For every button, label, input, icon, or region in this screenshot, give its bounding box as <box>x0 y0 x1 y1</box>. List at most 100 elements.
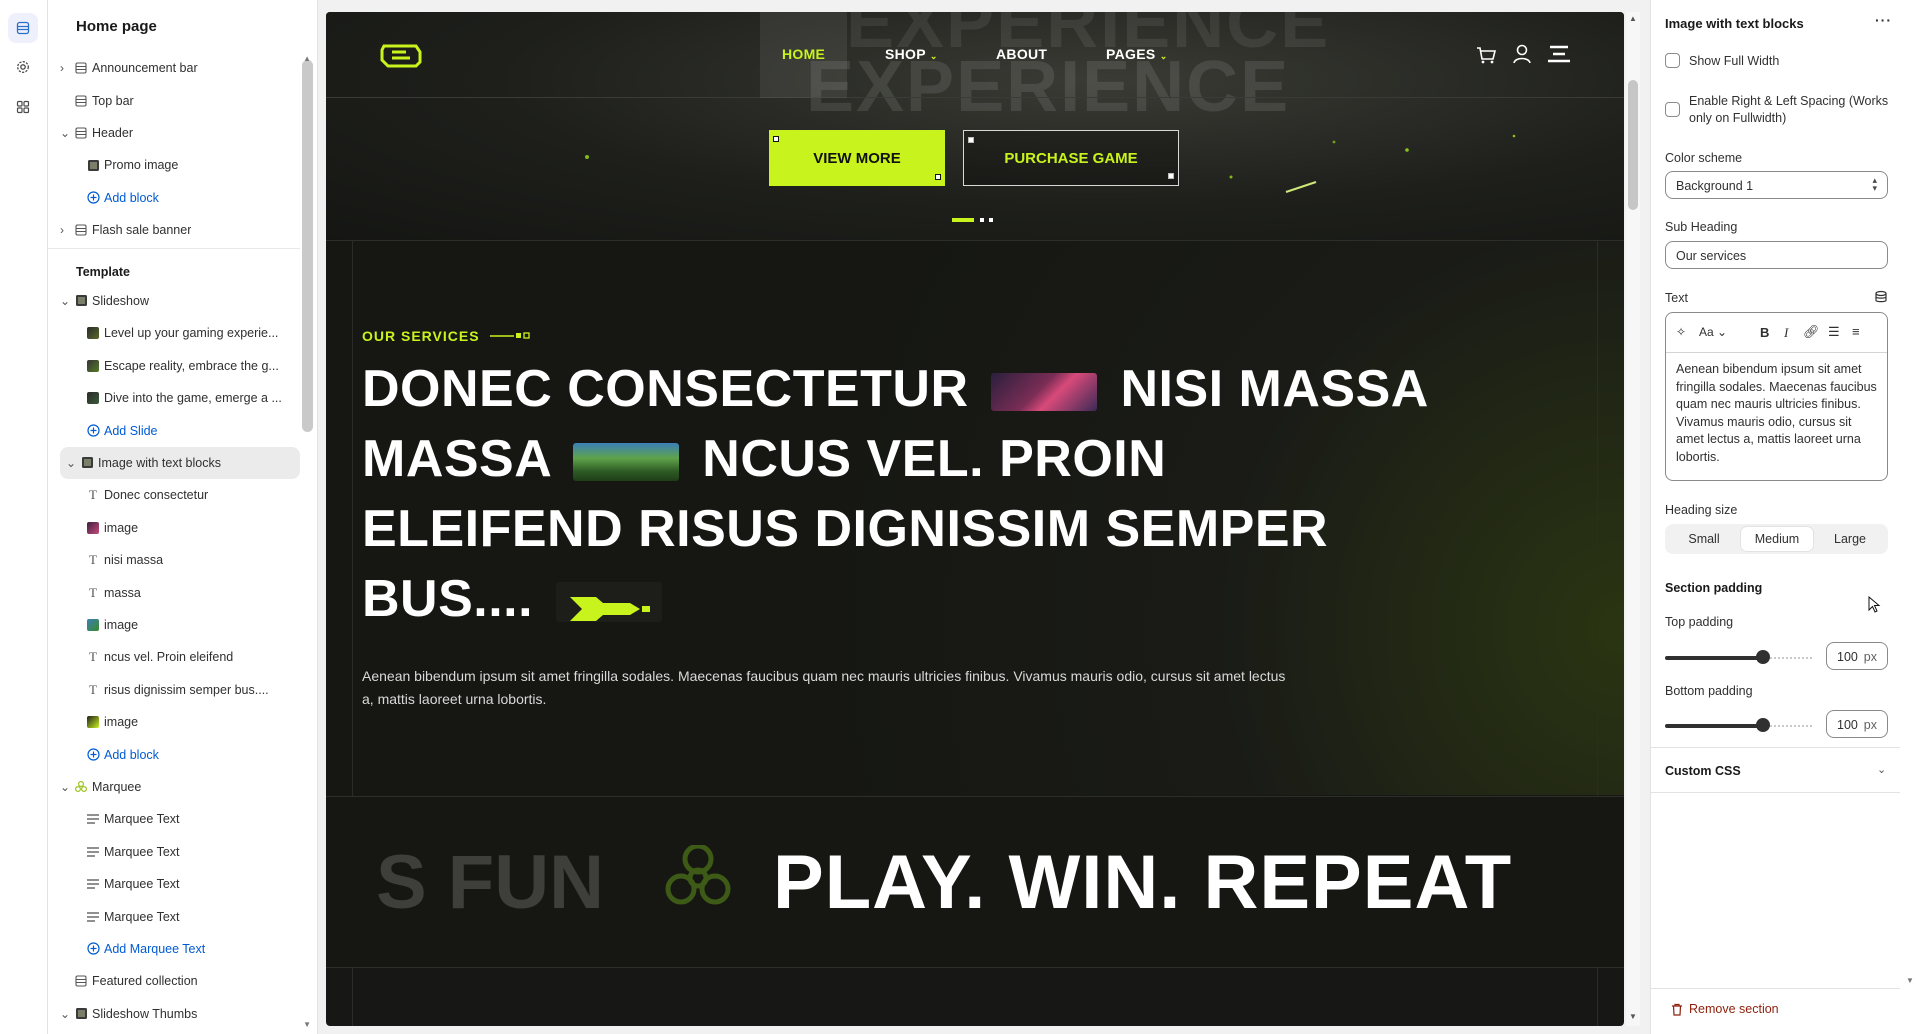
tree-item[interactable]: Marquee Text <box>48 900 300 932</box>
bottom-padding-slider[interactable] <box>1665 718 1812 732</box>
tree-item[interactable]: Level up your gaming experie... <box>48 317 300 349</box>
tree-item[interactable]: › Announcement bar <box>48 52 300 84</box>
tree-item[interactable]: › Flash sale banner <box>48 214 300 246</box>
sections-nav-button[interactable] <box>8 13 38 43</box>
chevron-down-icon[interactable]: ⌄ <box>60 127 70 139</box>
add-block-button[interactable]: Add Marquee Text <box>48 933 300 965</box>
scroll-up-icon[interactable]: ▲ <box>303 54 311 63</box>
bottom-padding-input[interactable]: 100 px <box>1826 710 1888 738</box>
size-small[interactable]: Small <box>1668 527 1740 551</box>
chevron-right-icon[interactable]: › <box>60 62 70 74</box>
nav-pages[interactable]: PAGES ⌄ <box>1106 46 1168 62</box>
tree-item[interactable]: Dive into the game, emerge a ... <box>48 382 300 414</box>
add-block-button[interactable]: Add block <box>48 182 300 214</box>
text-icon: T <box>89 552 97 568</box>
more-actions-icon[interactable]: ··· <box>1875 12 1892 28</box>
scroll-down-icon[interactable]: ▼ <box>1906 976 1914 985</box>
remove-section-button[interactable]: Remove section <box>1671 1002 1779 1016</box>
font-size-icon[interactable]: Aa ⌄ <box>1699 325 1727 339</box>
tree-item[interactable]: Trisus dignissim semper bus.... <box>48 674 300 706</box>
tree-item[interactable]: Tmassa <box>48 576 300 608</box>
tree-item[interactable]: image <box>48 706 300 738</box>
rich-text-editor[interactable]: ✧ Aa ⌄ B I 🔗︎ ☰ ≡ Aenean bibendum ipsum … <box>1665 312 1888 481</box>
magic-icon[interactable]: ✧ <box>1676 325 1686 339</box>
sidebar-scrollbar[interactable] <box>302 60 313 432</box>
size-large[interactable]: Large <box>1814 527 1886 551</box>
scroll-up-icon[interactable]: ▲ <box>1629 14 1637 23</box>
apps-button[interactable] <box>8 92 38 122</box>
nav-pages-label: PAGES <box>1106 46 1156 62</box>
top-padding-input[interactable]: 100 px <box>1826 642 1888 670</box>
rte-content[interactable]: Aenean bibendum ipsum sit amet fringilla… <box>1666 353 1887 475</box>
nav-home[interactable]: HOME <box>782 46 825 62</box>
panel-scrollbar[interactable]: ▼ <box>1900 0 1920 1034</box>
cart-icon[interactable] <box>1476 45 1496 65</box>
account-icon[interactable] <box>1513 44 1531 64</box>
tree-item[interactable]: image <box>48 512 300 544</box>
chevron-down-icon[interactable]: ⌄ <box>66 457 76 469</box>
image-icon <box>86 158 100 172</box>
add-block-button[interactable]: Add Slide <box>48 414 300 446</box>
scroll-down-icon[interactable]: ▼ <box>303 1020 311 1029</box>
slider-knob[interactable] <box>1756 718 1770 732</box>
dynamic-source-icon[interactable] <box>1874 290 1888 304</box>
tree-item[interactable]: Top bar <box>48 84 300 116</box>
store-logo[interactable] <box>378 40 422 75</box>
bold-icon[interactable]: B <box>1760 325 1769 340</box>
tree-item[interactable]: Marquee Text <box>48 868 300 900</box>
tree-item[interactable]: Tncus vel. Proin eleifend <box>48 641 300 673</box>
tree-item-label: image <box>104 617 139 632</box>
preview-scroll-thumb[interactable] <box>1628 80 1638 210</box>
size-medium[interactable]: Medium <box>1741 527 1813 551</box>
link-icon[interactable]: 🔗︎ <box>1803 324 1820 340</box>
tree-item[interactable]: Marquee Text <box>48 803 300 835</box>
slide-dot-active[interactable] <box>952 218 974 222</box>
enable-spacing-checkbox[interactable] <box>1665 102 1680 117</box>
top-padding-slider[interactable] <box>1665 650 1812 664</box>
tree-item[interactable]: Escape reality, embrace the g... <box>48 350 300 382</box>
custom-css-toggle[interactable]: Custom CSS <box>1665 764 1741 778</box>
add-block-button[interactable]: Add block <box>48 738 300 770</box>
purchase-game-button[interactable]: PURCHASE GAME <box>963 130 1179 186</box>
tree-item[interactable]: ⌄ Image with text blocks <box>60 446 300 480</box>
heading-text: NCUS VEL. PROIN <box>702 430 1167 488</box>
nav-about[interactable]: ABOUT <box>996 46 1047 62</box>
chevron-down-icon[interactable]: ⌄ <box>60 781 70 793</box>
color-scheme-select[interactable]: Background 1 ▴ ▾ <box>1665 171 1888 199</box>
chevron-down-icon[interactable]: ⌄ <box>60 295 70 307</box>
tree-item[interactable]: Promo image <box>48 149 300 181</box>
bullet-list-icon[interactable]: ☰ <box>1828 324 1840 340</box>
tree-item[interactable]: image <box>48 609 300 641</box>
show-full-width-checkbox[interactable] <box>1665 53 1680 68</box>
chevron-right-icon[interactable]: › <box>60 224 70 236</box>
tree-item[interactable]: ⌄ Marquee <box>48 771 300 803</box>
tree-item[interactable]: Featured collection <box>48 965 300 997</box>
italic-icon[interactable]: I <box>1784 325 1788 341</box>
numbered-list-icon[interactable]: ≡ <box>1852 324 1860 339</box>
arrow-icon <box>570 597 651 622</box>
tree-item[interactable]: ⌄ Slideshow Thumbs <box>48 998 300 1030</box>
chevron-down-icon[interactable]: ⌄ <box>60 1008 70 1020</box>
trash-icon <box>1672 1003 1682 1016</box>
slider-knob[interactable] <box>1756 650 1770 664</box>
view-more-button[interactable]: VIEW MORE <box>769 130 945 186</box>
theme-settings-button[interactable] <box>8 52 38 82</box>
tree-item[interactable]: ⌄ Slideshow <box>48 285 300 317</box>
sub-heading-input[interactable]: Our services <box>1665 241 1888 269</box>
slide-dot[interactable] <box>980 218 984 222</box>
tree-item[interactable]: T Donec consectetur <box>48 479 300 511</box>
menu-icon[interactable] <box>1548 45 1570 63</box>
scroll-down-icon[interactable]: ▼ <box>1629 1012 1637 1021</box>
heading-line-2: MASSA NCUS VEL. PROIN <box>362 429 1166 489</box>
nav-shop[interactable]: SHOP ⌄ <box>885 46 938 62</box>
slide-dot[interactable] <box>989 218 993 222</box>
chevron-down-icon: ⌄ <box>1159 51 1168 61</box>
tree-item[interactable]: Marquee Text <box>48 836 300 868</box>
text-icon: T <box>89 487 97 503</box>
tree-item[interactable]: ⌄ Header <box>48 117 300 149</box>
tree-item[interactable]: Tnisi massa <box>48 544 300 576</box>
heading-text: DONEC CONSECTETUR <box>362 360 969 418</box>
marquee-section[interactable]: S FUN PLAY. WIN. REPEAT <box>326 796 1624 968</box>
chevron-down-icon[interactable]: ⌄ <box>1877 763 1886 776</box>
preview-scrollbar[interactable]: ▲ ▼ <box>1626 12 1640 1026</box>
